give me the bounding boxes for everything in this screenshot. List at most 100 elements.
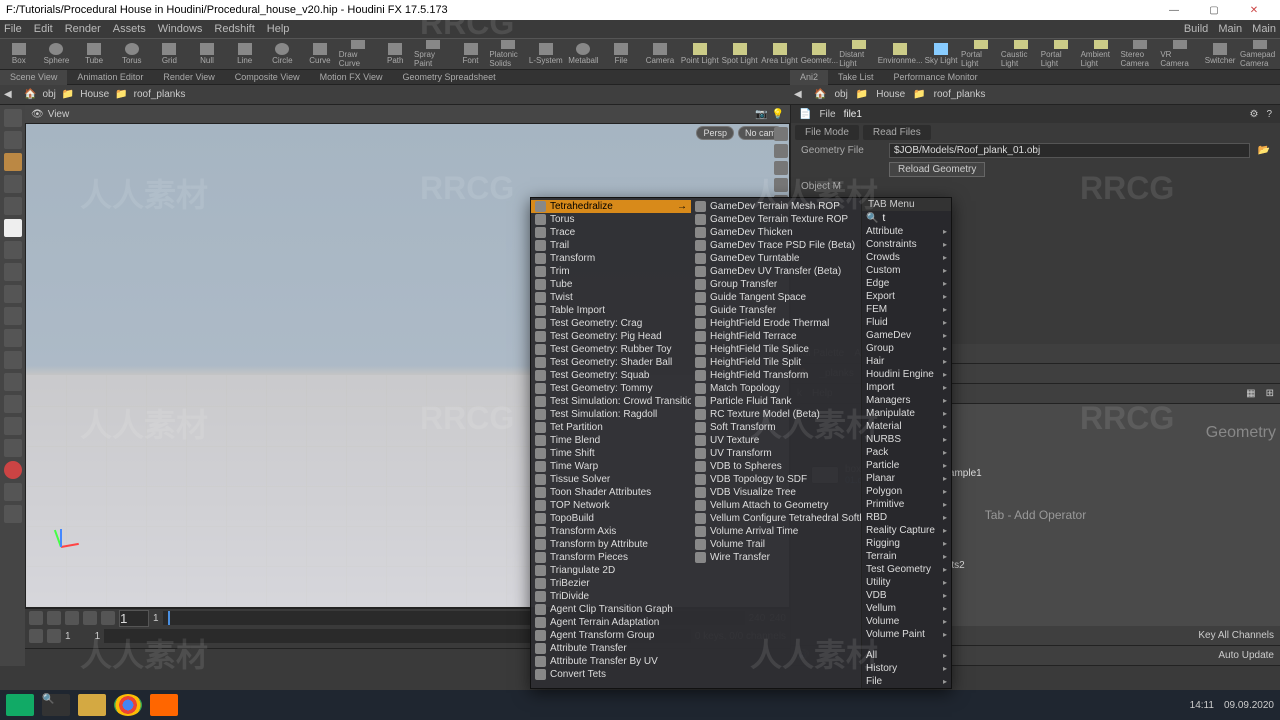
tabmenu-item[interactable]: Transform Axis [531, 525, 691, 538]
tabmenu-item[interactable]: Transform [531, 252, 691, 265]
tabmenu-item[interactable]: Tet Partition [531, 421, 691, 434]
crumb-obj[interactable]: obj [42, 89, 55, 100]
tabmenu-item[interactable]: Twist [531, 291, 691, 304]
tabmenu-item[interactable]: Test Geometry: Squab [531, 369, 691, 382]
tabmenu-category[interactable]: Constraints [862, 238, 951, 251]
tabmenu-item[interactable]: VDB Topology to SDF [691, 473, 861, 486]
tabmenu-item[interactable]: GameDev UV Transfer (Beta) [691, 265, 861, 278]
tabmenu-item[interactable]: Volume Trail [691, 538, 861, 551]
tabmenu-item[interactable]: Guide Transfer [691, 304, 861, 317]
tabmenu-item[interactable]: Time Blend [531, 434, 691, 447]
tabmenu-item[interactable]: Tissue Solver [531, 473, 691, 486]
snap3-icon[interactable] [4, 329, 22, 347]
shelf-portal1[interactable]: Portal Light [961, 40, 1001, 68]
tabmenu-item[interactable]: Triangulate 2D [531, 564, 691, 577]
tab-takelist[interactable]: Take List [828, 70, 884, 85]
back-icon-2[interactable]: ◀ [794, 89, 806, 101]
tabmenu-item[interactable]: Trail [531, 239, 691, 252]
shelf-font[interactable]: Font [452, 40, 490, 68]
tabmenu-item[interactable]: Test Geometry: Pig Head [531, 330, 691, 343]
menu-windows[interactable]: Windows [158, 23, 203, 35]
shelf-arealight[interactable]: Area Light [760, 40, 800, 68]
tabmenu-item[interactable]: Test Geometry: Shader Ball [531, 356, 691, 369]
tabmenu-category[interactable]: Polygon [862, 485, 951, 498]
persp-selector[interactable]: Persp [696, 126, 734, 140]
shelf-platonic[interactable]: Platonic Solids [489, 40, 527, 68]
view-tool-icon[interactable]: 👁 [31, 109, 44, 120]
geom-file-input[interactable] [889, 143, 1250, 158]
tabmenu-item[interactable]: HeightField Tile Split [691, 356, 861, 369]
tabmenu-item[interactable]: Vellum Attach to Geometry [691, 499, 861, 512]
tabmenu-category[interactable]: All [862, 649, 951, 662]
shelf-gamepad[interactable]: Gamepad Camera [1240, 40, 1280, 68]
shelf-tube[interactable]: Tube [75, 40, 113, 68]
tab-renderview[interactable]: Render View [153, 70, 224, 85]
tabmenu-category[interactable]: Managers [862, 394, 951, 407]
move-tool-icon[interactable] [4, 153, 22, 171]
fwd-button[interactable] [101, 611, 115, 625]
tabmenu-category[interactable]: Edge [862, 277, 951, 290]
frame-field[interactable] [119, 610, 149, 627]
shelf-vr[interactable]: VR Camera [1160, 40, 1200, 68]
shelf-switcher[interactable]: Switcher [1200, 40, 1240, 68]
maximize-button[interactable]: ▢ [1194, 0, 1234, 20]
tabmenu-category[interactable]: Crowds [862, 251, 951, 264]
tabmenu-category[interactable]: Volume [862, 615, 951, 628]
arrow-tool-icon[interactable] [4, 219, 22, 237]
tabmenu-item[interactable]: Time Warp [531, 460, 691, 473]
tabmenu-item[interactable]: Convert Tets [531, 668, 691, 681]
tabmenu-category[interactable]: Export [862, 290, 951, 303]
tabmenu-item[interactable]: GameDev Trace PSD File (Beta) [691, 239, 861, 252]
tabmenu-item[interactable]: Test Geometry: Tommy [531, 382, 691, 395]
tab-geospread[interactable]: Geometry Spreadsheet [393, 70, 506, 85]
disp-sh-icon[interactable] [774, 178, 788, 192]
tabmenu-item[interactable]: Guide Tangent Space [691, 291, 861, 304]
tabmenu-item[interactable]: HeightField Terrace [691, 330, 861, 343]
tabmenu-category[interactable]: FEM [862, 303, 951, 316]
shelf-skylight[interactable]: Sky Light [921, 40, 961, 68]
tabmenu-item[interactable]: Attribute Transfer By UV [531, 655, 691, 668]
rotate-tool-icon[interactable] [4, 175, 22, 193]
tabmenu-category[interactable]: VDB [862, 589, 951, 602]
menu-redshift[interactable]: Redshift [214, 23, 254, 35]
gear-icon[interactable]: ⚙ [1249, 109, 1258, 120]
snap-tool-icon[interactable] [4, 285, 22, 303]
home-icon[interactable]: 🏠 [24, 89, 36, 100]
auto-update-label[interactable]: Auto Update [1218, 650, 1274, 661]
shelf-line[interactable]: Line [226, 40, 264, 68]
tabmenu-item[interactable]: Time Shift [531, 447, 691, 460]
tabmenu-item[interactable]: TriDivide [531, 590, 691, 603]
tabmenu-category[interactable]: Particle [862, 459, 951, 472]
menu-render[interactable]: Render [65, 23, 101, 35]
shelf-circle[interactable]: Circle [263, 40, 301, 68]
tab-composite[interactable]: Composite View [225, 70, 310, 85]
tabmenu-category[interactable]: Material [862, 420, 951, 433]
tabmenu-category[interactable]: Utility [862, 576, 951, 589]
chrome-icon[interactable] [114, 694, 142, 716]
shelf-pointlight[interactable]: Point Light [680, 40, 720, 68]
tabmenu-category[interactable]: Reality Capture [862, 524, 951, 537]
shelf-path[interactable]: Path [376, 40, 414, 68]
crumb-roof-2[interactable]: roof_planks [934, 89, 986, 100]
tabmenu-item[interactable]: Test Geometry: Rubber Toy [531, 343, 691, 356]
tabmenu-item[interactable]: VDB to Spheres [691, 460, 861, 473]
tabmenu-item[interactable]: Test Simulation: Ragdoll [531, 408, 691, 421]
crumb-roof[interactable]: roof_planks [134, 89, 186, 100]
radial-main[interactable]: Main [1218, 23, 1242, 35]
tabmenu-item[interactable]: Tetrahedralize→ [531, 200, 691, 213]
search-button[interactable]: 🔍 [42, 694, 70, 716]
tabmenu-item[interactable]: Particle Fluid Tank [691, 395, 861, 408]
tabmenu-category[interactable]: Custom [862, 264, 951, 277]
shelf-spray[interactable]: Spray Paint [414, 40, 452, 68]
tabmenu-category[interactable]: Hair [862, 355, 951, 368]
tabmenu-item[interactable]: Agent Clip Transition Graph [531, 603, 691, 616]
disp-wi-icon[interactable] [774, 161, 788, 175]
tab-filemode[interactable]: File Mode [795, 125, 859, 140]
houdini-icon[interactable] [150, 694, 178, 716]
tabmenu-item[interactable]: HeightField Tile Splice [691, 343, 861, 356]
tabmenu-item[interactable]: Trim [531, 265, 691, 278]
handle-tool-icon[interactable] [4, 131, 22, 149]
tabmenu-category[interactable]: GameDev [862, 329, 951, 342]
tabmenu-item[interactable]: HeightField Transform [691, 369, 861, 382]
light-icon[interactable] [4, 417, 22, 435]
